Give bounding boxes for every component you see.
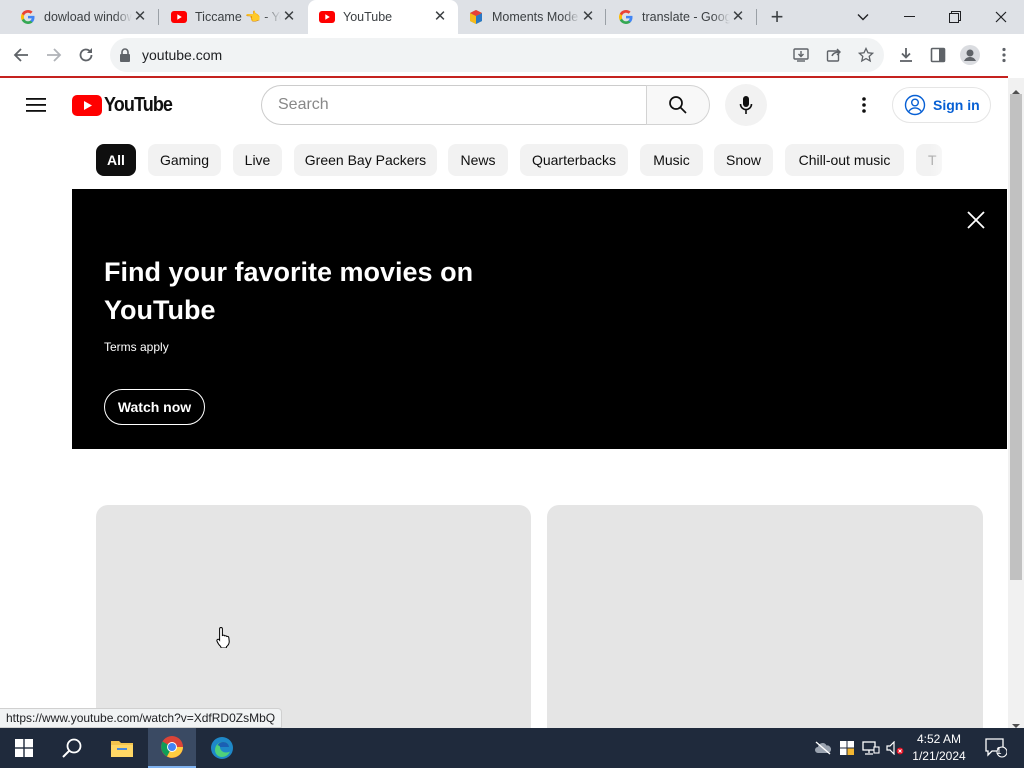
new-tab-icon[interactable]: +: [762, 0, 792, 34]
notifications-icon[interactable]: 1: [978, 728, 1014, 768]
tab-ticcame[interactable]: Ticcame 👈 - YouTube ✕: [159, 0, 307, 34]
notification-count: 1: [996, 746, 1002, 757]
security-shield-icon[interactable]: [836, 728, 858, 768]
chip-chill-out-music[interactable]: Chill-out music: [785, 144, 904, 176]
minimize-icon[interactable]: [886, 0, 932, 34]
tab-divider: [756, 9, 757, 25]
close-tab-icon[interactable]: ✕: [432, 9, 448, 25]
share-icon[interactable]: [820, 41, 848, 69]
video-thumbnail-placeholder[interactable]: [547, 505, 983, 728]
banner-terms: Terms apply: [104, 340, 169, 354]
tab-translate[interactable]: translate - Google ✕: [606, 0, 756, 34]
search-input[interactable]: Search: [261, 85, 647, 125]
chip-quarterbacks[interactable]: Quarterbacks: [520, 144, 628, 176]
side-panel-icon[interactable]: [924, 41, 952, 69]
chips-fade: [930, 140, 980, 180]
google-g-icon: [618, 9, 634, 25]
settings-more-icon[interactable]: [852, 94, 876, 116]
page-loading-bar: [0, 76, 1008, 78]
forward-icon[interactable]: [40, 41, 68, 69]
tab-title: dowload windows: [44, 10, 132, 24]
tab-moments-mode[interactable]: Moments Mode ✕: [458, 0, 606, 34]
youtube-icon: [319, 9, 335, 25]
chip-gaming[interactable]: Gaming: [148, 144, 221, 176]
windows-start-icon[interactable]: [0, 728, 48, 768]
lock-icon[interactable]: [119, 48, 131, 67]
microphone-icon: [739, 96, 753, 114]
address-bar[interactable]: [110, 38, 884, 72]
video-thumbnail-placeholder[interactable]: [96, 505, 531, 728]
voice-search-button[interactable]: [725, 84, 767, 126]
install-app-icon[interactable]: [787, 41, 815, 69]
tab-title: translate - Google: [642, 10, 730, 24]
tab-title: YouTube: [343, 10, 393, 24]
scrollbar-thumb[interactable]: [1010, 94, 1022, 580]
clock-time: 4:52 AM: [916, 732, 962, 746]
bookmark-star-icon[interactable]: [852, 41, 880, 69]
tab-title: Ticcame 👈 - YouTube: [195, 9, 281, 24]
search-icon: [669, 96, 687, 114]
close-tab-icon[interactable]: ✕: [281, 9, 297, 25]
chip-live[interactable]: Live: [233, 144, 282, 176]
link-status-bubble: https://www.youtube.com/watch?v=XdfRD0Zs…: [0, 708, 283, 728]
hand-cursor-icon: [216, 626, 232, 653]
youtube-icon: [171, 9, 187, 25]
volume-muted-icon[interactable]: [884, 728, 906, 768]
chip-news[interactable]: News: [448, 144, 508, 176]
search-button[interactable]: [646, 85, 710, 125]
tab-title: Moments Mode: [492, 10, 579, 24]
banner-title: Find your favorite movies on YouTube: [104, 257, 474, 325]
account-circle-icon: [904, 94, 926, 116]
chrome-menu-icon[interactable]: [990, 41, 1018, 69]
file-explorer-icon[interactable]: [98, 728, 146, 768]
chip-green-bay-packers[interactable]: Green Bay Packers: [294, 144, 437, 176]
watch-now-button[interactable]: Watch now: [104, 389, 205, 425]
back-icon[interactable]: [7, 41, 35, 69]
close-tab-icon[interactable]: ✕: [132, 9, 148, 25]
chip-all[interactable]: All: [96, 144, 136, 176]
chip-snow[interactable]: Snow: [714, 144, 773, 176]
close-tab-icon[interactable]: ✕: [730, 9, 746, 25]
chrome-taskbar-icon[interactable]: [148, 728, 196, 768]
address-text[interactable]: youtube.com: [142, 47, 222, 63]
network-icon[interactable]: [860, 728, 882, 768]
reload-icon[interactable]: [72, 41, 100, 69]
close-window-icon[interactable]: [978, 0, 1024, 34]
bluestacks-icon: [468, 9, 484, 25]
tab-search-chevron-icon[interactable]: [840, 0, 886, 34]
tab-dowload-windows[interactable]: dowload windows ✕: [0, 0, 158, 34]
tab-youtube[interactable]: YouTube ✕: [308, 0, 458, 34]
onedrive-offline-icon[interactable]: [812, 728, 834, 768]
chip-music[interactable]: Music: [640, 144, 703, 176]
youtube-logo[interactable]: YouTube: [72, 94, 180, 117]
hamburger-menu-icon[interactable]: [22, 92, 50, 118]
youtube-logo-text: YouTube: [104, 94, 173, 116]
close-icon[interactable]: [960, 204, 992, 236]
sign-in-label: Sign in: [933, 97, 980, 113]
downloads-icon[interactable]: [892, 41, 920, 69]
youtube-play-logo-icon: [72, 95, 102, 116]
search-icon[interactable]: [48, 728, 96, 768]
restore-icon[interactable]: [932, 0, 978, 34]
sign-in-button[interactable]: Sign in: [892, 87, 991, 123]
edge-taskbar-icon[interactable]: [198, 728, 246, 768]
clock-date: 1/21/2024: [912, 749, 966, 763]
profile-avatar-icon[interactable]: [956, 41, 984, 69]
google-g-icon: [20, 9, 36, 25]
close-tab-icon[interactable]: ✕: [580, 9, 596, 25]
system-clock[interactable]: 4:52 AM 1/21/2024: [906, 731, 972, 765]
